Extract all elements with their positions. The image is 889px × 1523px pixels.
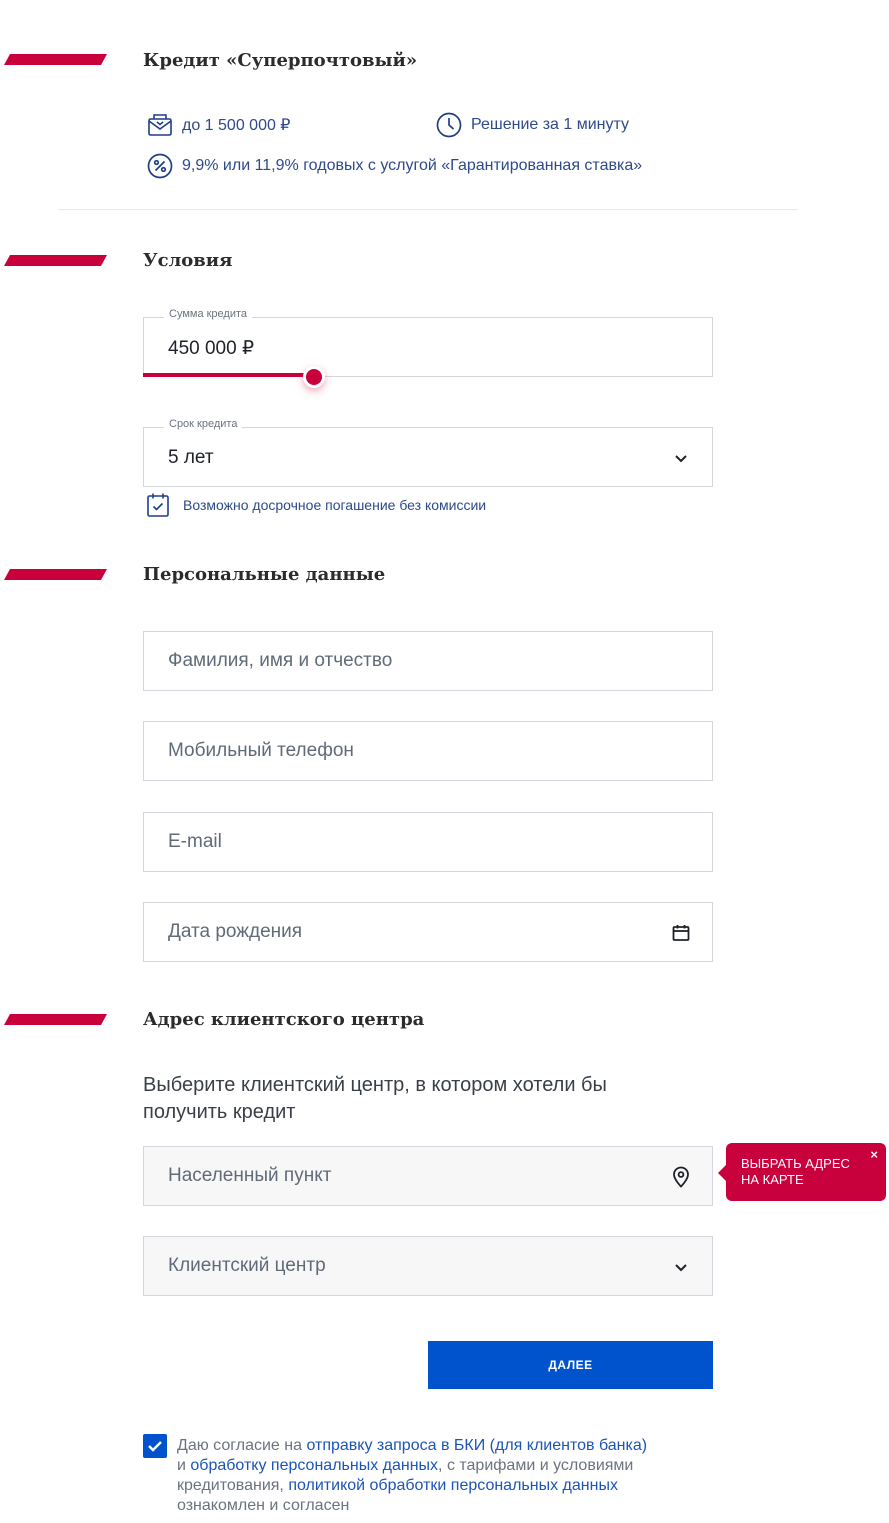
client-center-select[interactable]: Клиентский центр — [143, 1236, 713, 1296]
section-accent-stripe — [4, 1014, 107, 1025]
section-divider — [59, 209, 797, 210]
feature-amount: до 1 500 000 ₽ — [146, 111, 290, 139]
client-center-placeholder: Клиентский центр — [168, 1255, 326, 1276]
data-policy-link[interactable]: политикой обработки персональных данных — [288, 1477, 618, 1494]
close-icon[interactable]: × — [870, 1147, 878, 1163]
loan-term-label: Срок кредита — [164, 418, 243, 430]
map-tooltip-line2: НА КАРТЕ — [741, 1172, 804, 1187]
location-pin-icon[interactable] — [670, 1166, 692, 1188]
address-title: Адрес клиентского центра — [143, 1009, 425, 1030]
consent-text: Даю согласие на отправку запроса в БКИ (… — [177, 1434, 703, 1516]
chevron-down-icon[interactable] — [670, 1256, 692, 1278]
feature-rate-text: 9,9% или 11,9% годовых с услугой «Гарант… — [182, 157, 643, 174]
phone-field[interactable]: Мобильный телефон — [143, 721, 713, 781]
conditions-title: Условия — [143, 250, 233, 271]
map-tooltip-line1: ВЫБРАТЬ АДРЕС — [741, 1156, 850, 1171]
page-title: Кредит «Суперпочтовый» — [143, 50, 418, 71]
consent-block: Даю согласие на отправку запроса в БКИ (… — [143, 1434, 703, 1516]
next-button[interactable]: ДАЛЕЕ — [428, 1341, 713, 1389]
bki-request-link[interactable]: отправку запроса в БКИ (для клиентов бан… — [306, 1437, 647, 1454]
email-placeholder: E-mail — [168, 831, 222, 852]
city-field[interactable]: Населенный пункт — [143, 1146, 713, 1206]
loan-amount-label: Сумма кредита — [164, 308, 253, 320]
consent-text-part: ознакомлен и согласен — [177, 1497, 350, 1514]
loan-amount-value: 450 000 ₽ — [168, 338, 255, 359]
loan-amount-input[interactable]: Сумма кредита 450 000 ₽ — [143, 308, 713, 377]
section-accent-stripe — [4, 255, 107, 266]
consent-checkbox[interactable] — [143, 1434, 167, 1458]
section-accent-stripe — [4, 569, 107, 580]
wallet-envelope-icon — [146, 111, 174, 139]
city-placeholder: Населенный пункт — [168, 1165, 332, 1186]
early-repayment-text: Возможно досрочное погашение без комисси… — [183, 497, 487, 513]
early-repayment-note: Возможно досрочное погашение без комисси… — [146, 492, 486, 518]
map-select-tooltip[interactable]: ВЫБРАТЬ АДРЕС НА КАРТЕ × — [718, 1143, 886, 1201]
percent-icon — [146, 152, 174, 180]
calendar-icon[interactable] — [670, 922, 692, 944]
address-intro-text: Выберите клиентский центр, в котором хот… — [143, 1074, 607, 1123]
feature-rate: 9,9% или 11,9% годовых с услугой «Гарант… — [146, 152, 642, 180]
feature-amount-text: до 1 500 000 ₽ — [182, 117, 291, 134]
phone-placeholder: Мобильный телефон — [168, 740, 354, 761]
birthdate-field[interactable]: Дата рождения — [143, 902, 713, 962]
chevron-down-icon[interactable] — [670, 447, 692, 469]
check-icon — [148, 1441, 162, 1452]
loan-amount-slider-track[interactable] — [143, 373, 314, 377]
birthdate-placeholder: Дата рождения — [168, 921, 303, 942]
loan-term-select[interactable]: Срок кредита 5 лет — [143, 418, 713, 487]
loan-term-value: 5 лет — [168, 447, 214, 468]
full-name-field[interactable]: Фамилия, имя и отчество — [143, 631, 713, 691]
email-field[interactable]: E-mail — [143, 812, 713, 872]
full-name-placeholder: Фамилия, имя и отчество — [168, 650, 393, 671]
feature-decision-text: Решение за 1 минуту — [471, 116, 630, 133]
feature-decision: Решение за 1 минуту — [435, 111, 629, 139]
loan-amount-slider-handle[interactable] — [303, 366, 325, 388]
consent-text-part: и — [177, 1457, 191, 1474]
personal-data-processing-link[interactable]: обработку персональных данных — [190, 1457, 438, 1474]
section-accent-stripe — [4, 54, 107, 65]
clock-icon — [435, 111, 463, 139]
personal-title: Персональные данные — [143, 564, 386, 585]
consent-text-part: Даю согласие на — [177, 1437, 307, 1454]
calendar-check-icon — [146, 492, 170, 518]
